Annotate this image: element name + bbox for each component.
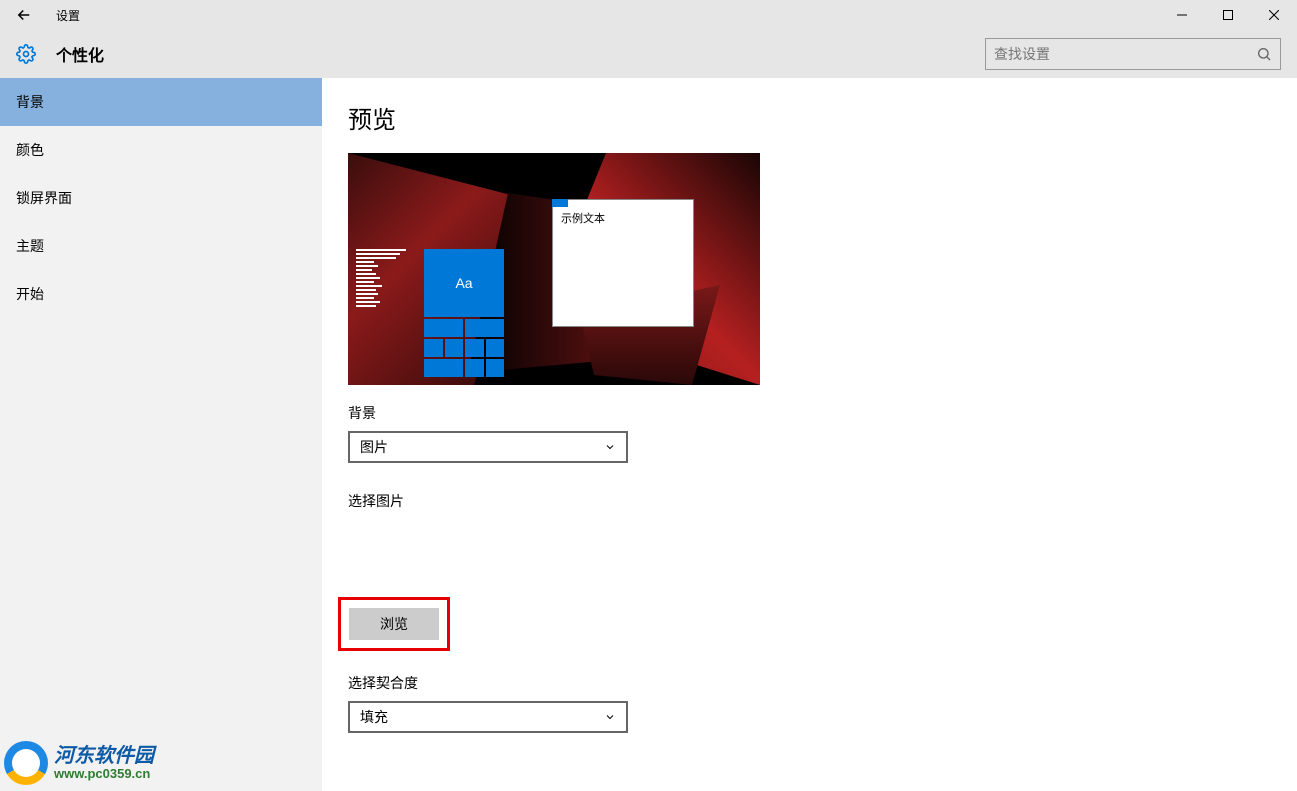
titlebar: 设置 [0, 0, 1297, 30]
search-icon [1256, 46, 1272, 62]
chevron-down-icon [604, 441, 616, 453]
background-label: 背景 [348, 403, 1271, 423]
sidebar-item-themes[interactable]: 主题 [0, 222, 322, 270]
highlight-box: 浏览 [338, 597, 450, 651]
preview-heading: 预览 [348, 100, 1271, 135]
back-button[interactable] [0, 0, 48, 30]
browse-button[interactable]: 浏览 [349, 608, 439, 640]
gear-icon [16, 44, 36, 64]
minimize-button[interactable] [1159, 0, 1205, 30]
close-icon [1269, 10, 1279, 20]
sidebar-item-label: 主题 [16, 236, 44, 256]
sample-text-label: 示例文本 [553, 200, 693, 226]
fit-label: 选择契合度 [348, 673, 1271, 693]
header: 个性化 [0, 30, 1297, 78]
sidebar-item-start[interactable]: 开始 [0, 270, 322, 318]
window-controls [1159, 0, 1297, 30]
background-dropdown[interactable]: 图片 [348, 431, 628, 463]
minimize-icon [1177, 10, 1187, 20]
window-title: 设置 [56, 7, 80, 24]
fit-dropdown[interactable]: 填充 [348, 701, 628, 733]
sidebar-item-label: 背景 [16, 92, 44, 112]
preview-tile-aa: Aa [424, 249, 504, 317]
arrow-left-icon [15, 6, 33, 24]
dropdown-value: 图片 [360, 437, 604, 457]
sidebar-item-background[interactable]: 背景 [0, 78, 322, 126]
content: 预览 Aa [322, 78, 1297, 791]
search-input[interactable] [994, 46, 1256, 62]
dropdown-value: 填充 [360, 707, 604, 727]
sidebar: 背景 颜色 锁屏界面 主题 开始 [0, 78, 322, 791]
sidebar-item-label: 颜色 [16, 140, 44, 160]
sidebar-item-label: 锁屏界面 [16, 188, 72, 208]
chevron-down-icon [604, 711, 616, 723]
preview-sample-window: 示例文本 [552, 199, 694, 327]
sidebar-item-lockscreen[interactable]: 锁屏界面 [0, 174, 322, 222]
maximize-icon [1223, 10, 1233, 20]
preview-startmenu: Aa [356, 249, 504, 377]
sidebar-item-colors[interactable]: 颜色 [0, 126, 322, 174]
maximize-button[interactable] [1205, 0, 1251, 30]
close-button[interactable] [1251, 0, 1297, 30]
search-box[interactable] [985, 38, 1281, 70]
desktop-preview: Aa 示例文本 [348, 153, 760, 385]
choose-picture-label: 选择图片 [348, 491, 1271, 511]
sidebar-item-label: 开始 [16, 284, 44, 304]
page-title: 个性化 [56, 42, 104, 66]
